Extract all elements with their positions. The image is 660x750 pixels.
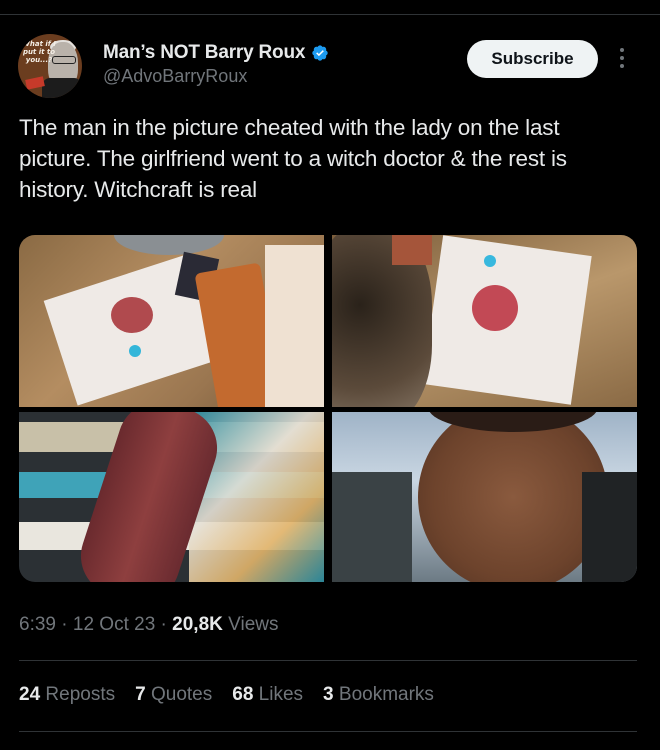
verified-badge-icon[interactable]	[311, 44, 329, 62]
avatar-text: What if I put it to you...?	[22, 40, 56, 64]
media-grid	[19, 235, 637, 582]
paper-shape-right	[265, 245, 324, 407]
stat-count: 24	[19, 684, 41, 705]
meta-separator: ·	[55, 614, 73, 635]
avatar[interactable]: What if I put it to you...?	[18, 34, 82, 98]
stat-count: 68	[232, 684, 254, 705]
author-handle[interactable]: @AdvoBarryRoux	[103, 66, 247, 87]
red-blob	[472, 285, 518, 331]
cyan-dot	[484, 255, 496, 267]
meta-separator: ·	[155, 614, 173, 635]
more-dot	[620, 64, 624, 68]
author-name-row[interactable]: Man’s NOT Barry Roux	[103, 41, 329, 65]
top-divider	[0, 14, 660, 15]
views-count: 20,8K	[172, 614, 223, 635]
stat-label: Reposts	[45, 684, 116, 705]
media-photo-2[interactable]	[332, 235, 637, 407]
media-photo-1[interactable]	[19, 235, 324, 407]
more-dot	[620, 56, 624, 60]
views-label: Views	[228, 614, 279, 635]
author-display-name[interactable]: Man’s NOT Barry Roux	[103, 42, 305, 64]
stat-label: Likes	[258, 684, 304, 705]
media-photo-4[interactable]	[332, 412, 637, 582]
stat-likes[interactable]: 68 Likes	[232, 684, 303, 706]
stat-reposts[interactable]: 24 Reposts	[19, 684, 115, 706]
face-shape	[418, 412, 608, 582]
stats-divider	[19, 731, 637, 732]
stat-count: 7	[135, 684, 146, 705]
seat-shape	[582, 472, 637, 582]
subscribe-button[interactable]: Subscribe	[467, 40, 598, 78]
red-blob	[111, 297, 153, 333]
stat-count: 3	[323, 684, 334, 705]
more-dot	[620, 48, 624, 52]
tweet-time[interactable]: 6:39	[19, 614, 56, 635]
cyan-dot	[129, 345, 141, 357]
tweet-date[interactable]: 12 Oct 23	[73, 614, 155, 635]
bowl-shape	[114, 235, 224, 255]
engagement-stats: 24 Reposts 7 Quotes 68 Likes 3 Bookmarks	[19, 684, 434, 706]
stat-label: Quotes	[150, 684, 213, 705]
meta-divider	[19, 660, 637, 661]
more-vertical-icon[interactable]	[612, 48, 632, 72]
stat-bookmarks[interactable]: 3 Bookmarks	[323, 684, 434, 706]
tweet-meta: 6:39 · 12 Oct 23 · 20,8K Views	[19, 614, 278, 636]
window-frame	[332, 472, 412, 582]
tweet-text: The man in the picture cheated with the …	[19, 115, 567, 202]
media-photo-3[interactable]	[19, 412, 324, 582]
avatar-suit	[42, 78, 82, 98]
stat-quotes[interactable]: 7 Quotes	[135, 684, 212, 706]
brick-shape	[392, 235, 432, 265]
stat-label: Bookmarks	[338, 684, 434, 705]
